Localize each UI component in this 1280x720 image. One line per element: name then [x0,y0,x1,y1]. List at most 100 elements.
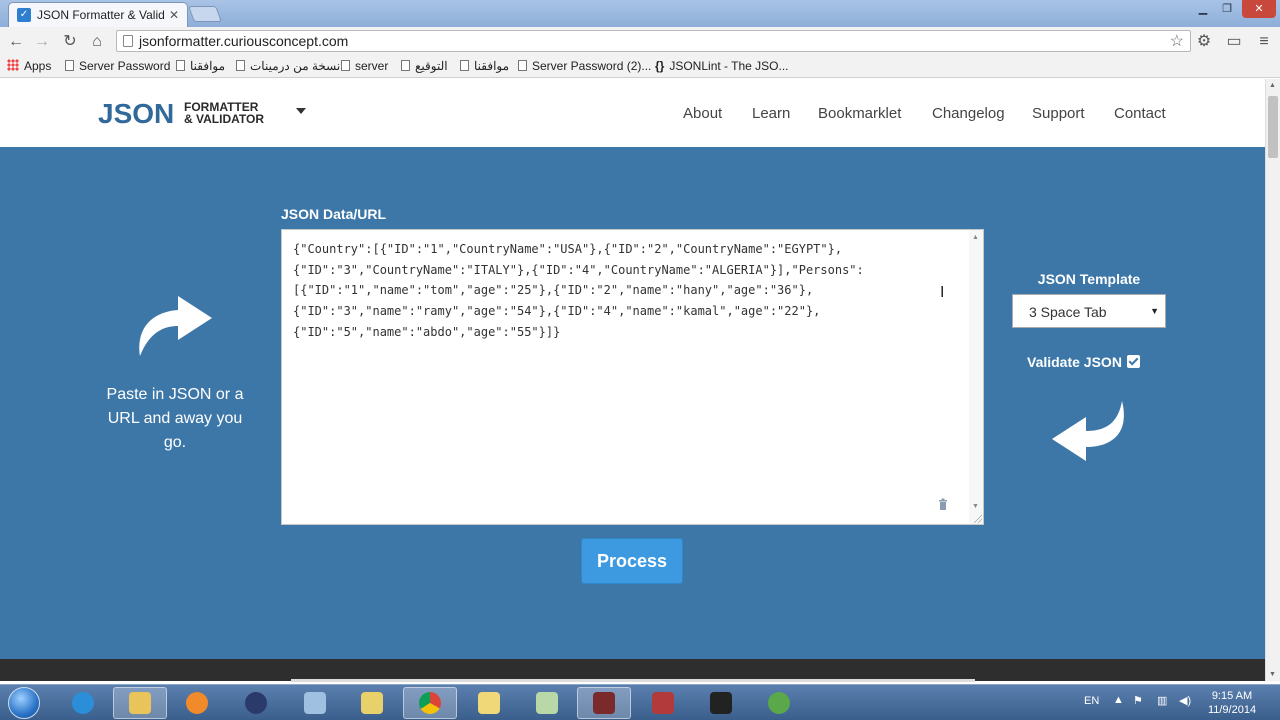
home-icon[interactable]: ⌂ [87,32,107,52]
page-icon [401,60,410,71]
bookmark-item[interactable]: التوقيع [401,59,448,73]
bookmark-label: نسخة من درمينات [250,59,341,73]
language-indicator[interactable]: EN [1084,695,1099,707]
bookmark-item[interactable]: موافقنا [460,59,509,73]
volume-icon[interactable]: ◀) [1179,694,1191,707]
address-bar[interactable]: jsonformatter.curiousconcept.com ☆ [116,30,1191,52]
braces-icon: {} [655,59,665,73]
scrollbar-thumb[interactable] [1268,96,1278,158]
json-input-textarea[interactable]: {"Country":[{"ID":"1","CountryName":"USA… [281,229,984,525]
nav-learn[interactable]: Learn [752,105,790,122]
scroll-down-icon[interactable]: ▼ [972,503,979,510]
bookmark-label: Server Password (2)... [532,59,652,73]
bookmark-item[interactable]: نسخة من درمينات [236,59,340,73]
bookmark-item[interactable]: server [341,59,388,73]
nav-changelog[interactable]: Changelog [932,105,1005,122]
extension-gear-icon[interactable]: ⚙ [1194,32,1214,52]
folder-icon[interactable] [462,687,516,719]
scroll-up-icon[interactable]: ▲ [972,234,979,241]
site-header: JSON FORMATTER & VALIDATOR About Learn B… [0,79,1265,147]
chrome-icon[interactable] [403,687,457,719]
bookmark-item[interactable]: Server Password (2)... [518,59,651,73]
bookmark-star-icon[interactable]: ☆ [1170,31,1184,51]
curved-arrow-left-icon [1052,401,1124,461]
nav-about[interactable]: About [683,105,722,122]
new-tab-button[interactable] [188,6,222,22]
validate-label: Validate JSON [1027,354,1122,370]
system-clock[interactable]: 9:15 AM 11/9/2014 [1200,689,1264,717]
media-player-icon[interactable] [170,687,224,719]
tab-title: JSON Formatter & Validat [37,8,165,22]
network-icon[interactable]: ▥ [1157,694,1167,707]
clock-date: 11/9/2014 [1207,704,1257,716]
process-button[interactable]: Process [581,538,683,584]
notes-app-icon[interactable] [288,687,342,719]
template-label: JSON Template [1037,271,1141,287]
access-app-icon[interactable] [636,687,690,719]
reload-icon[interactable]: ↻ [60,32,80,52]
browser-titlebar: ✓ JSON Formatter & Validat ✕ ▁ ❐ ✕ [0,0,1280,27]
page-icon [176,60,185,71]
logo-line2: & VALIDATOR [184,112,264,126]
page-icon [460,60,469,71]
resize-grip[interactable] [974,515,982,523]
text-cursor-icon: I [940,284,945,301]
chevron-down-icon[interactable] [296,108,306,114]
cast-icon[interactable]: ▭ [1224,32,1244,52]
nav-contact[interactable]: Contact [1114,105,1166,122]
page-icon [236,60,245,71]
remote-app-icon[interactable] [229,687,283,719]
windows-taskbar: EN ▲ ⚑ ▥ ◀) 9:15 AM 11/9/2014 [0,684,1280,720]
bookmark-label: موافقنا [474,59,510,73]
page-icon [123,35,133,47]
bookmark-item[interactable]: Server Password [65,59,170,73]
notepad-icon[interactable] [520,687,574,719]
dropdown-caret-icon: ▼ [1150,306,1159,316]
validate-json-toggle[interactable]: Validate JSON [1027,354,1140,370]
menu-icon[interactable]: ≡ [1254,32,1274,52]
action-center-icon[interactable]: ⚑ [1133,694,1143,707]
bookmark-label: server [355,59,389,73]
internet-explorer-icon[interactable] [56,687,110,719]
nav-support[interactable]: Support [1032,105,1085,122]
logo-subtitle[interactable]: FORMATTER & VALIDATOR [184,101,264,125]
file-explorer-icon[interactable] [113,687,167,719]
bookmark-label: موافقنا [190,59,226,73]
bookmark-label: JSONLint - The JSO... [669,59,789,73]
apps-grid-icon [7,59,19,71]
paint-app-icon[interactable] [345,687,399,719]
browser-tab[interactable]: ✓ JSON Formatter & Validat ✕ [8,2,188,27]
forward-icon[interactable]: → [32,32,52,52]
minimize-icon[interactable]: ▁ [1190,0,1216,18]
back-icon[interactable]: ← [6,32,26,52]
json-viewer-icon[interactable] [694,687,748,719]
validate-checkbox[interactable] [1126,355,1140,368]
favicon-icon: ✓ [17,8,31,22]
page-scrollbar[interactable]: ▲ ▼ [1265,79,1280,681]
page-icon [341,60,350,71]
template-select[interactable]: 3 Space Tab ▼ [1012,294,1166,328]
start-button[interactable] [8,687,40,719]
bookmark-item[interactable]: موافقنا [176,59,225,73]
editor-scrollbar[interactable]: ▲ ▼ [969,230,983,524]
trash-icon[interactable] [938,498,948,510]
nav-bookmarklet[interactable]: Bookmarklet [818,105,901,122]
scroll-up-icon[interactable]: ▲ [1269,82,1276,89]
bookmark-apps[interactable]: Apps [7,59,51,73]
scroll-down-icon[interactable]: ▼ [1269,671,1276,678]
tray-arrow-icon[interactable]: ▲ [1113,694,1124,706]
close-window-icon[interactable]: ✕ [1242,0,1276,18]
bookmarks-bar: Apps Server Password موافقنا نسخة من درم… [0,56,1280,78]
bookmark-item[interactable]: {} JSONLint - The JSO... [655,59,789,73]
url-text: jsonformatter.curiousconcept.com [139,33,349,49]
snipping-tool-icon[interactable] [577,687,631,719]
curved-arrow-right-icon [139,296,212,356]
bookmark-label: Server Password [79,59,171,73]
restore-icon[interactable]: ❐ [1214,0,1240,18]
close-tab-icon[interactable]: ✕ [169,8,179,22]
page-icon [518,60,527,71]
footer-strip [0,659,1265,682]
logo-json[interactable]: JSON [98,98,174,130]
android-studio-icon[interactable] [752,687,806,719]
clock-time: 9:15 AM [1211,690,1253,702]
